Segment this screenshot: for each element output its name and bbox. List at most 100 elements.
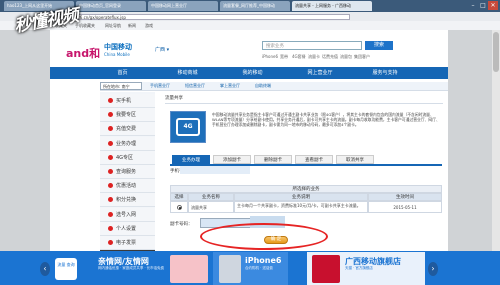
sidebar-item[interactable]: 买手机 [100,94,155,108]
sidebar-bullet-icon [108,183,113,189]
banner-subtitle: 天猫 · 官方旗舰店 [345,266,373,270]
sidebar-item-label: 买手机 [116,98,132,104]
table-header: 选择 [170,193,188,201]
close-icon[interactable]: ✕ [488,1,498,10]
sidebar-bullet-icon [108,240,113,245]
table-header: 生效时间 [368,193,442,201]
search-button[interactable]: 搜索 [365,41,393,50]
sidebar-item-label: 电子发票 [116,240,137,246]
sidebar-item-label: 业务办理 [116,140,137,147]
select-radio[interactable] [177,205,182,210]
hot-link[interactable]: 话费充值 [322,54,338,60]
family-photo [170,255,208,283]
search-input[interactable]: 搜索业务 [262,41,362,50]
tab-add[interactable]: 添加副卡 [213,155,251,164]
service-image: 4G [170,111,206,143]
highlight-circle [200,223,328,250]
sidebar-item-label: 充值交费 [116,126,137,133]
store-logo [312,255,340,283]
table-cell-desc: 主卡每月一个共享副卡，资费标准10元/月/卡，可副卡共享主卡流量。 [234,201,368,213]
hot-link[interactable]: 流量卡 [308,54,320,60]
url-input[interactable]: service.10086.cn/gx/operateflux.jsp [50,13,350,20]
sidebar-bullet-icon [108,154,113,160]
table-header: 业务说明 [234,193,368,201]
hot-link[interactable]: 集团客户 [354,54,370,60]
tab-cancel[interactable]: 取消共享 [336,155,374,164]
table-header: 业务名称 [188,193,234,201]
sidebar-item[interactable]: 4G专区 [100,150,155,165]
sidebar-item-label: 4G专区 [116,154,134,161]
nav-item-home[interactable]: 首页 [100,67,145,79]
browser-tab[interactable]: 中国移动网上营业厅 [148,1,218,11]
page-margin-right [448,30,492,251]
banner-subtitle: 合约购机 · 送话费 [245,266,273,270]
sidebar-item[interactable]: 我要专区 [100,108,155,123]
logo-text-zh: 中国移动 [104,43,132,51]
sidebar-item-label: 选号入网 [116,211,137,218]
table-cell-name: 流量共享 [188,201,234,213]
minimize-icon[interactable]: – [468,1,478,10]
sidebar-bullet-icon [108,126,113,132]
sidebar-bullet-icon [108,225,113,231]
nav-item-hall[interactable]: 网上营业厅 [290,67,350,79]
sidebar-item-label: 优惠活动 [116,183,137,190]
service-image-label: 4G [176,118,200,136]
logo-text-en: China Mobile [104,52,130,57]
browser-tab[interactable]: 流量套餐_网厅推荐_中国移动 [220,1,290,11]
tab-handle[interactable]: 业务办理 [172,155,210,164]
sidebar-item[interactable]: 选号入网 [100,207,155,222]
tab-delete[interactable]: 删除副卡 [254,155,292,164]
hot-link[interactable]: 4G套餐 [292,54,306,60]
sidebar-item[interactable]: 业务办理 [100,136,155,151]
sidebar-item[interactable]: 个人设置 [100,221,155,236]
nav-item-service[interactable]: 服务与支持 [355,67,415,79]
sidebar-item[interactable]: 电子发票 [100,236,155,250]
city-link[interactable]: 掌上营业厅 [220,83,240,89]
sidebar-item-label: 查询服务 [116,169,137,175]
sidebar-item-label: 我要专区 [116,112,137,119]
sidebar-item[interactable]: 优惠活动 [100,179,155,194]
mobile-label: 副卡号码： [170,222,193,227]
browser-tab[interactable]: 中国移动首页_官网登录 [76,1,146,11]
sidebar-bullet-icon [108,140,113,146]
sidebar-bullet-icon [108,197,113,203]
sidebar-item-label: 个人设置 [116,225,137,232]
city-link[interactable]: 自助终端 [255,83,271,89]
table-title: 所选择的业务 [170,185,442,193]
sidebar-item[interactable]: 查询服务 [100,165,155,179]
sidebar-item[interactable]: 积分兑换 [100,193,155,208]
banner-title[interactable]: iPhone6 [245,256,281,265]
phone-value-redacted [180,166,250,174]
and-logo[interactable]: and和 [66,45,100,61]
nav-item-mall[interactable]: 移动商城 [160,67,215,79]
table-cell-date: 2015-05-11 [368,201,442,213]
bookmark-link[interactable]: 游戏 [145,23,153,29]
tab-view[interactable]: 查看副卡 [295,155,333,164]
browser-tab-active[interactable]: 流量共享 - 上网服务 - 广西移动 [292,1,372,11]
sidebar-item-label: 积分兑换 [116,197,137,204]
sidebar-item[interactable]: 充值交费 [100,122,155,137]
bookmark-link[interactable]: 新闻 [128,23,136,29]
sidebar-bullet-icon [108,98,113,103]
chevron-left-icon[interactable]: ‹ [40,262,50,276]
bookmark-link[interactable]: 网址导航 [105,23,121,29]
sidebar-bullet-icon [108,211,113,217]
city-select[interactable]: 所在地市: 南宁 [100,82,142,90]
chevron-right-icon[interactable]: › [428,262,438,276]
city-link[interactable]: 手机营业厅 [150,83,170,89]
region-selector[interactable]: 广西 ▾ [155,46,169,53]
china-mobile-logo[interactable]: 中国移动 China Mobile [104,42,144,64]
maximize-icon[interactable]: □ [478,1,488,10]
traffic-query-badge[interactable]: 流量 查询 [55,258,77,280]
service-description: 中国移动流量共享业务是指主卡客户可通过开通主副卡共享业务（限4G客户），将其主卡… [212,112,440,128]
nav-item-my[interactable]: 我的移动 [225,67,280,79]
hot-link[interactable]: iPhone6 [262,54,278,59]
hot-link[interactable]: 流量包 [340,54,352,60]
banner-subtitle: 网内通话优惠 · 家庭成员共享 · 长市话免费 [98,266,165,270]
sidebar-bullet-icon [108,169,113,174]
breadcrumb: 流量共享 [165,94,443,104]
city-link[interactable]: 短信营业厅 [185,83,205,89]
sidebar-bullet-icon [108,112,113,118]
hot-link[interactable]: 宽带 [280,54,288,60]
scrollbar-thumb[interactable] [493,32,499,72]
